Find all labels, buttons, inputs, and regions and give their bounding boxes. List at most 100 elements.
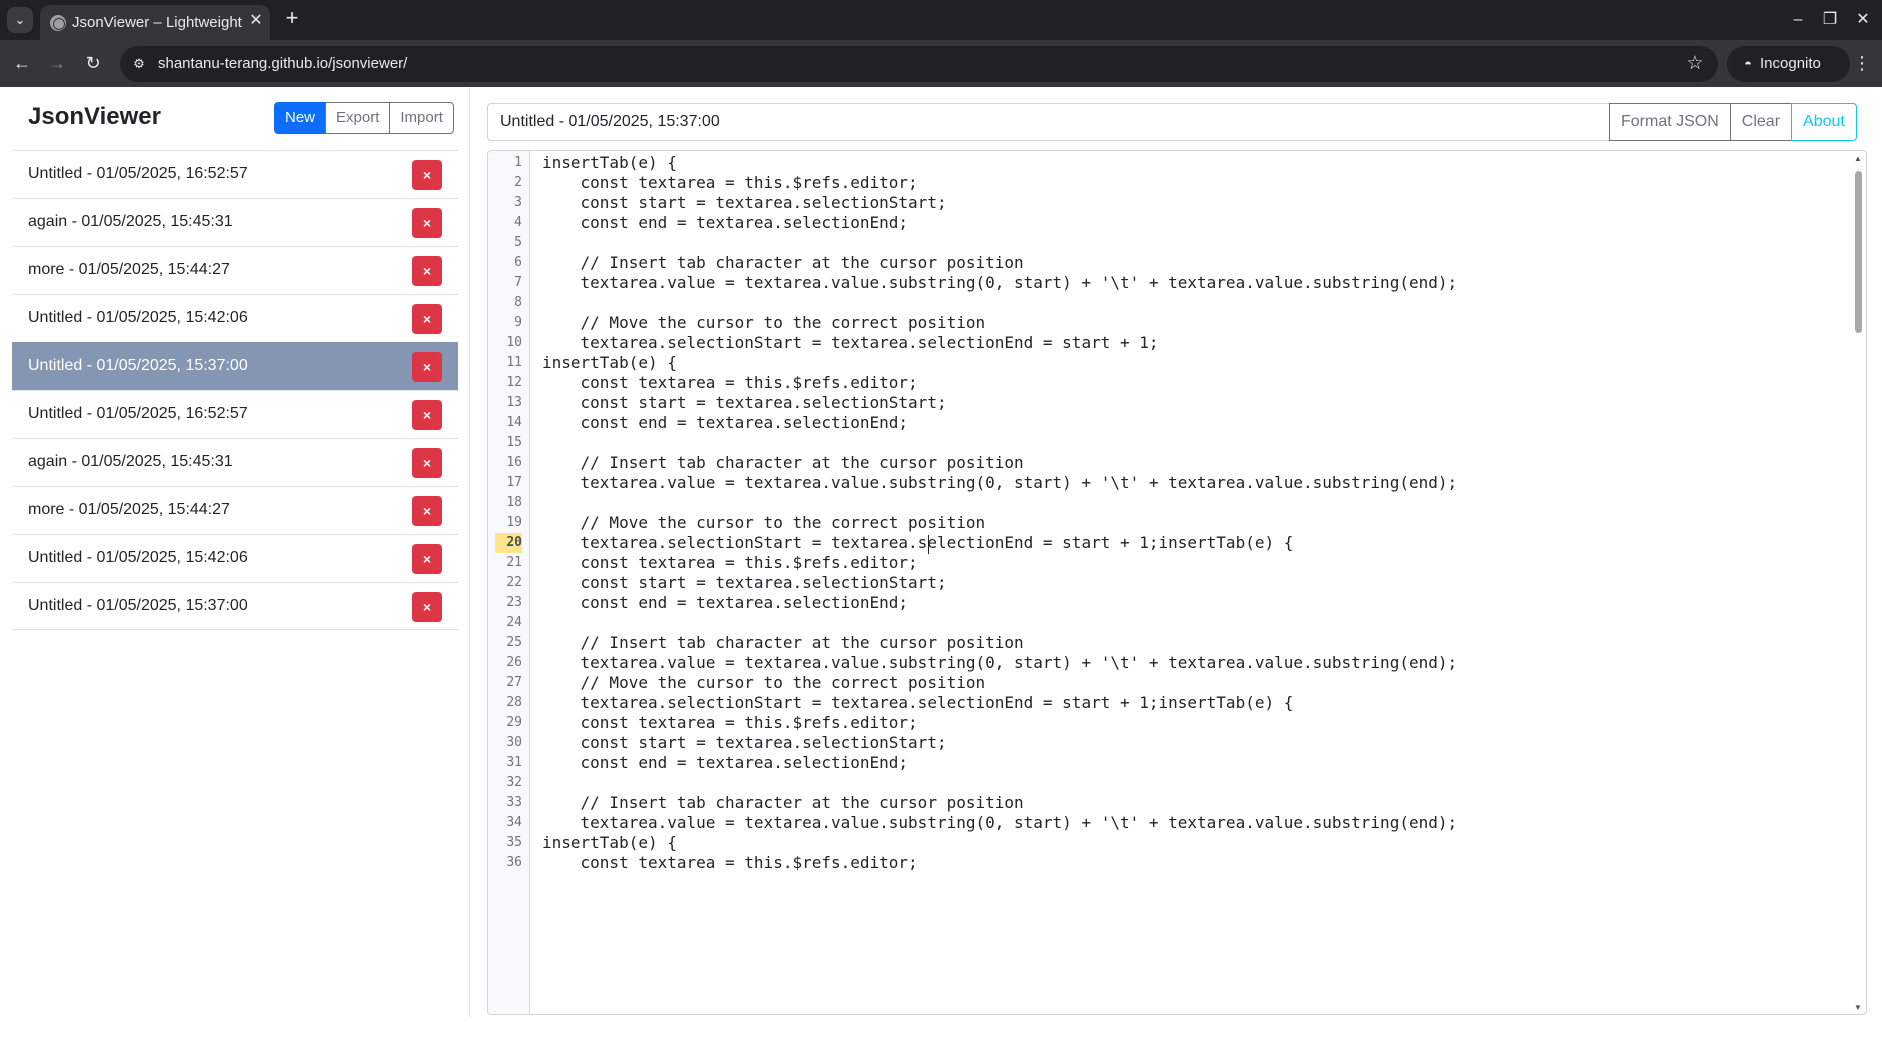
delete-document-button[interactable]: × <box>412 208 442 238</box>
scroll-up-icon[interactable]: ▲ <box>1853 154 1863 164</box>
delete-document-button[interactable]: × <box>412 544 442 574</box>
text-caret <box>928 535 929 554</box>
code-line[interactable]: // Insert tab character at the cursor po… <box>542 633 1024 653</box>
code-line[interactable]: textarea.value = textarea.value.substrin… <box>542 653 1458 673</box>
forward-icon[interactable]: → <box>44 50 70 76</box>
editor-actions: Format JSON Clear About <box>1609 103 1857 141</box>
delete-document-button[interactable]: × <box>412 496 442 526</box>
code-area[interactable]: insertTab(e) { const textarea = this.$re… <box>542 151 1842 1014</box>
restore-icon[interactable]: ❐ <box>1818 8 1842 32</box>
document-title-input[interactable] <box>487 103 1649 141</box>
scroll-down-icon[interactable]: ▼ <box>1853 1003 1863 1013</box>
delete-document-button[interactable]: × <box>412 592 442 622</box>
vertical-scrollbar[interactable]: ▲ ▼ <box>1850 151 1866 1014</box>
line-number: 7 <box>514 275 522 290</box>
close-icon[interactable]: ✕ <box>247 12 265 30</box>
line-number: 20 <box>495 533 522 553</box>
delete-document-button[interactable]: × <box>412 304 442 334</box>
site-info-icon[interactable]: ⚙ <box>130 55 148 73</box>
line-number: 32 <box>506 775 522 790</box>
document-list-item[interactable]: Untitled - 01/05/2025, 15:42:06 × <box>12 294 458 342</box>
line-number: 4 <box>514 215 522 230</box>
document-list-item[interactable]: Untitled - 01/05/2025, 16:52:57 × <box>12 390 458 438</box>
code-editor[interactable]: 1 2 3 4 5 6 7 8 9 10 11 12 13 14 15 16 17 18 19 20 21 22 23 24 2… <box>487 150 1867 1015</box>
code-line[interactable]: const textarea = this.$refs.editor; <box>542 853 918 873</box>
line-number: 36 <box>506 855 522 870</box>
incognito-indicator[interactable]: ◓ Incognito <box>1727 46 1850 82</box>
browser-tab[interactable]: JsonViewer – Lightweight JSON Viewer ✕ <box>40 5 270 40</box>
document-list-item[interactable]: again - 01/05/2025, 15:45:31 × <box>12 438 458 486</box>
file-actions: New Export Import <box>274 102 454 134</box>
export-button[interactable]: Export <box>325 102 391 134</box>
app-root: JsonViewer New Export Import Untitled - … <box>0 87 1882 1017</box>
new-button[interactable]: New <box>274 102 327 134</box>
code-line[interactable]: textarea.selectionStart = textarea.selec… <box>542 533 1294 553</box>
code-line[interactable]: // Move the cursor to the correct positi… <box>542 673 986 693</box>
line-number: 31 <box>506 755 522 770</box>
document-list-item[interactable]: Untitled - 01/05/2025, 16:52:57 × <box>12 150 458 198</box>
code-line[interactable]: const end = textarea.selectionEnd; <box>542 593 909 613</box>
code-line[interactable]: const start = textarea.selectionStart; <box>542 733 947 753</box>
line-number: 12 <box>506 375 522 390</box>
code-line[interactable]: const textarea = this.$refs.editor; <box>542 173 918 193</box>
line-number: 6 <box>514 255 522 270</box>
plus-icon[interactable]: + <box>280 7 304 31</box>
minimize-icon[interactable]: – <box>1786 8 1810 32</box>
url-text[interactable]: shantanu-terang.github.io/jsonviewer/ <box>158 55 407 72</box>
code-line[interactable]: const start = textarea.selectionStart; <box>542 573 947 593</box>
code-line[interactable]: // Insert tab character at the cursor po… <box>542 453 1024 473</box>
address-bar[interactable]: ⚙ shantanu-terang.github.io/jsonviewer/ … <box>120 46 1718 82</box>
kebab-menu-icon[interactable]: ⋮ <box>1852 50 1872 76</box>
code-line[interactable]: textarea.value = textarea.value.substrin… <box>542 473 1458 493</box>
tab-search-icon[interactable]: ⌄ <box>7 7 33 33</box>
delete-document-button[interactable]: × <box>412 256 442 286</box>
document-list-item[interactable]: more - 01/05/2025, 15:44:27 × <box>12 246 458 294</box>
document-list-item[interactable]: Untitled - 01/05/2025, 15:37:00 × <box>12 342 458 390</box>
code-line[interactable]: const end = textarea.selectionEnd; <box>542 413 909 433</box>
code-line[interactable]: insertTab(e) { <box>542 153 677 173</box>
document-list-item[interactable]: Untitled - 01/05/2025, 15:42:06 × <box>12 534 458 582</box>
code-line[interactable]: textarea.selectionStart = textarea.selec… <box>542 333 1159 353</box>
code-line[interactable]: const end = textarea.selectionEnd; <box>542 213 909 233</box>
code-line[interactable]: // Insert tab character at the cursor po… <box>542 253 1024 273</box>
incognito-icon: ◓ <box>1744 56 1752 71</box>
star-icon[interactable]: ☆ <box>1684 53 1706 75</box>
clear-button[interactable]: Clear <box>1729 103 1793 141</box>
code-line[interactable]: const textarea = this.$refs.editor; <box>542 373 918 393</box>
code-line[interactable]: textarea.selectionStart = textarea.selec… <box>542 693 1294 713</box>
document-name: Untitled - 01/05/2025, 15:42:06 <box>28 309 248 326</box>
delete-document-button[interactable]: × <box>412 448 442 478</box>
delete-document-button[interactable]: × <box>412 352 442 382</box>
format-json-button[interactable]: Format JSON <box>1609 103 1731 141</box>
code-line[interactable]: const start = textarea.selectionStart; <box>542 393 947 413</box>
delete-document-button[interactable]: × <box>412 400 442 430</box>
reload-icon[interactable]: ↻ <box>80 50 106 76</box>
line-number: 18 <box>506 495 522 510</box>
document-list-item[interactable]: Untitled - 01/05/2025, 15:37:00 × <box>12 582 458 630</box>
line-number: 24 <box>506 615 522 630</box>
line-number: 27 <box>506 675 522 690</box>
code-line[interactable]: // Insert tab character at the cursor po… <box>542 793 1024 813</box>
code-line[interactable]: const textarea = this.$refs.editor; <box>542 713 918 733</box>
code-line[interactable]: // Move the cursor to the correct positi… <box>542 513 986 533</box>
code-line[interactable]: const textarea = this.$refs.editor; <box>542 553 918 573</box>
about-button[interactable]: About <box>1791 103 1857 141</box>
code-line[interactable]: const end = textarea.selectionEnd; <box>542 753 909 773</box>
window-close-icon[interactable]: ✕ <box>1851 8 1875 32</box>
import-button[interactable]: Import <box>389 102 454 134</box>
line-number: 11 <box>506 355 522 370</box>
back-icon[interactable]: ← <box>9 50 35 76</box>
document-list-item[interactable]: more - 01/05/2025, 15:44:27 × <box>12 486 458 534</box>
delete-document-button[interactable]: × <box>412 160 442 190</box>
code-line[interactable]: textarea.value = textarea.value.substrin… <box>542 813 1458 833</box>
code-line[interactable]: insertTab(e) { <box>542 833 677 853</box>
code-line[interactable]: textarea.value = textarea.value.substrin… <box>542 273 1458 293</box>
document-list-item[interactable]: again - 01/05/2025, 15:45:31 × <box>12 198 458 246</box>
browser-toolbar: ← → ↻ ⚙ shantanu-terang.github.io/jsonvi… <box>0 40 1882 87</box>
code-line[interactable]: // Move the cursor to the correct positi… <box>542 313 986 333</box>
line-number: 1 <box>514 155 522 170</box>
code-line[interactable]: insertTab(e) { <box>542 353 677 373</box>
line-number: 8 <box>514 295 522 310</box>
scrollbar-thumb[interactable] <box>1855 171 1862 333</box>
code-line[interactable]: const start = textarea.selectionStart; <box>542 193 947 213</box>
